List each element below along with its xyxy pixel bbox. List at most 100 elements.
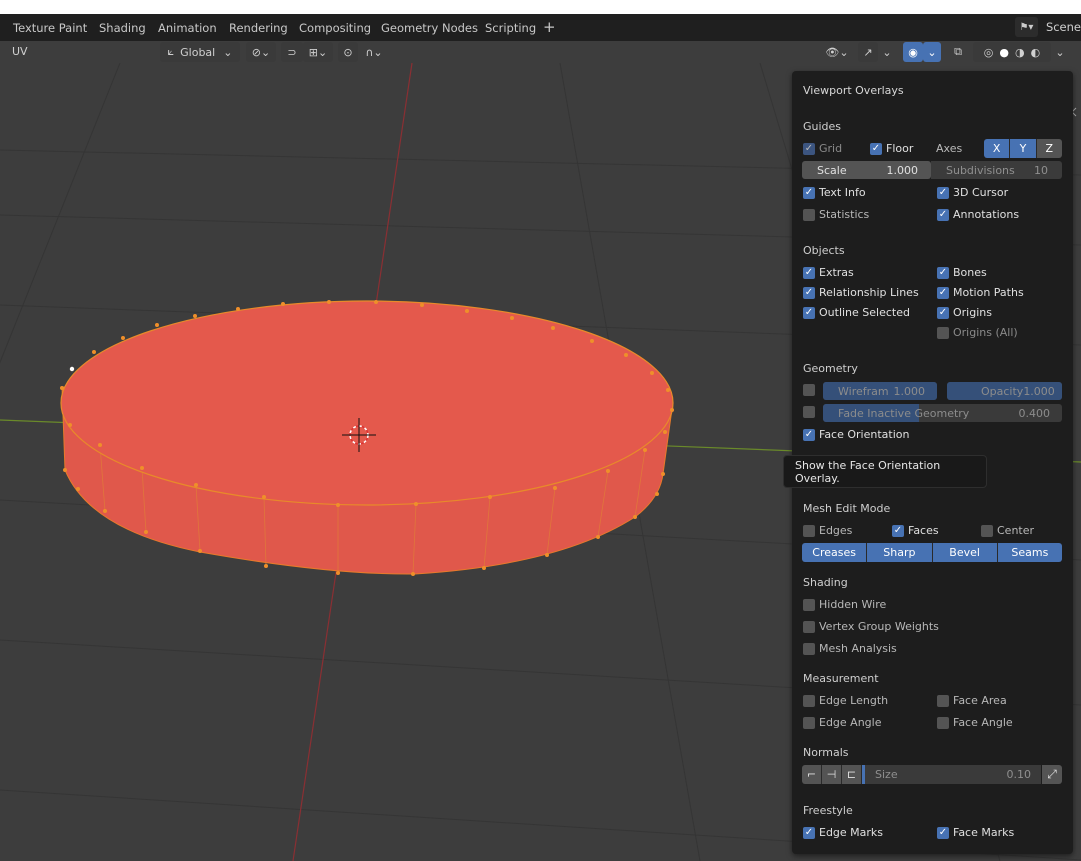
normals-size-field[interactable]: Size 0.10 bbox=[862, 765, 1041, 784]
opacity-label: Opacity bbox=[981, 384, 1024, 398]
proportional-edit-icon[interactable]: ⊙ bbox=[338, 42, 358, 62]
gizmo-icon[interactable]: ↗ bbox=[858, 42, 878, 62]
3d-cursor-checkbox[interactable]: ✓ 3D Cursor bbox=[937, 186, 1008, 199]
subdivisions-label: Subdivisions bbox=[946, 163, 1015, 177]
chevron-down-icon: ⌄ bbox=[223, 45, 233, 59]
face-marks-checkbox[interactable]: ✓ Face Marks bbox=[937, 826, 1014, 839]
check-icon: ✓ bbox=[803, 826, 815, 839]
freestyle-title: Freestyle bbox=[803, 804, 853, 817]
tab-compositing[interactable]: Compositing bbox=[299, 21, 371, 35]
axis-x-button[interactable]: X bbox=[984, 139, 1011, 158]
faces-checkbox[interactable]: ✓ Faces bbox=[892, 524, 939, 537]
solid-shading-icon[interactable]: ● bbox=[999, 46, 1009, 59]
grid-label: Grid bbox=[819, 142, 843, 155]
edges-label: Edges bbox=[819, 524, 853, 537]
geometry-title: Geometry bbox=[803, 362, 858, 375]
center-checkbox[interactable]: Center bbox=[981, 524, 1034, 537]
face-normals-icon[interactable]: ⊏ bbox=[842, 765, 862, 784]
scene-label: Scene bbox=[1045, 20, 1081, 34]
edge-marks-checkbox[interactable]: ✓ Edge Marks bbox=[803, 826, 883, 839]
add-workspace-icon[interactable]: + bbox=[543, 18, 556, 36]
face-orientation-label: Face Orientation bbox=[819, 428, 910, 441]
falloff-icon[interactable]: ∩⌄ bbox=[360, 42, 388, 62]
mode-label[interactable]: UV bbox=[12, 45, 28, 58]
extras-checkbox[interactable]: ✓ Extras bbox=[803, 266, 854, 279]
face-area-checkbox[interactable]: Face Area bbox=[937, 694, 1007, 707]
fade-inactive-checkbox[interactable] bbox=[803, 406, 819, 418]
snap-target-icon[interactable]: ⊞⌄ bbox=[303, 42, 333, 62]
normals-row: ⌐ ⊣ ⊏ Size 0.10 ⤢ bbox=[802, 765, 1062, 784]
xray-icon[interactable]: ⧉ bbox=[948, 42, 968, 62]
text-info-label: Text Info bbox=[819, 186, 866, 199]
shading-dropdown-icon[interactable]: ⌄ bbox=[1052, 42, 1068, 62]
scene-icon[interactable]: ⚑▾ bbox=[1015, 17, 1038, 37]
snap-toggle-icon[interactable]: ⊃ bbox=[281, 42, 303, 62]
text-info-checkbox[interactable]: ✓ Text Info bbox=[803, 186, 866, 199]
viewport-header: UV ⟀ Global ⌄ ⊘⌄ ⊃ ⊞⌄ ⊙ ∩⌄ 👁⌄ ↗ ⌄ ◉ ⌄ ⧉ … bbox=[0, 41, 1081, 63]
face-orientation-checkbox[interactable]: ✓ Face Orientation bbox=[803, 428, 909, 441]
overlays-dropdown-icon[interactable]: ⌄ bbox=[923, 42, 941, 62]
center-label: Center bbox=[997, 524, 1035, 537]
bevel-button[interactable]: Bevel bbox=[932, 543, 998, 562]
scale-slider[interactable]: Scale 1.000 bbox=[802, 161, 931, 179]
origins-all-checkbox[interactable]: Origins (All) bbox=[937, 326, 1018, 339]
vertex-group-weights-label: Vertex Group Weights bbox=[819, 620, 939, 633]
floor-checkbox[interactable]: ✓ Floor bbox=[870, 142, 913, 155]
face-area-label: Face Area bbox=[953, 694, 1007, 707]
scene-selector[interactable]: ⚑▾ Scene bbox=[1015, 17, 1081, 37]
grid-checkbox[interactable]: ✓ Grid bbox=[803, 142, 842, 155]
statistics-checkbox[interactable]: Statistics bbox=[803, 208, 869, 221]
scale-value: 1.000 bbox=[886, 163, 919, 177]
edge-length-checkbox[interactable]: Edge Length bbox=[803, 694, 888, 707]
vertex-group-weights-checkbox[interactable]: Vertex Group Weights bbox=[803, 620, 939, 633]
tab-scripting[interactable]: Scripting bbox=[485, 21, 536, 35]
bones-checkbox[interactable]: ✓ Bones bbox=[937, 266, 987, 279]
wireframe-slider[interactable]: Wirefram 1.000 bbox=[823, 382, 937, 400]
face-angle-checkbox[interactable]: Face Angle bbox=[937, 716, 1013, 729]
constant-screen-size-icon[interactable]: ⤢ bbox=[1042, 765, 1062, 784]
opacity-slider[interactable]: Opacity 1.000 bbox=[947, 382, 1062, 400]
hidden-wire-checkbox[interactable]: Hidden Wire bbox=[803, 598, 886, 611]
tab-rendering[interactable]: Rendering bbox=[229, 21, 288, 35]
outline-selected-checkbox[interactable]: ✓ Outline Selected bbox=[803, 306, 910, 319]
motion-paths-label: Motion Paths bbox=[953, 286, 1024, 299]
wireframe-label: Wirefram bbox=[838, 384, 889, 398]
subdivisions-value: 10 bbox=[1034, 163, 1048, 177]
creases-button[interactable]: Creases bbox=[802, 543, 868, 562]
sharp-button[interactable]: Sharp bbox=[867, 543, 933, 562]
rendered-shading-icon[interactable]: ◐ bbox=[1031, 46, 1041, 59]
gizmo-dropdown-icon[interactable]: ⌄ bbox=[878, 42, 896, 62]
overlays-toggle-icon[interactable]: ◉ bbox=[903, 42, 923, 62]
origins-checkbox[interactable]: ✓ Origins bbox=[937, 306, 992, 319]
tab-texture-paint[interactable]: Texture Paint bbox=[13, 21, 87, 35]
axis-y-button[interactable]: Y bbox=[1010, 139, 1037, 158]
wireframe-shading-icon[interactable]: ◎ bbox=[984, 46, 994, 59]
material-shading-icon[interactable]: ◑ bbox=[1015, 46, 1025, 59]
orientation-dropdown[interactable]: ⟀ Global ⌄ bbox=[160, 42, 240, 62]
tab-geometry-nodes[interactable]: Geometry Nodes bbox=[381, 21, 478, 35]
split-normals-icon[interactable]: ⊣ bbox=[822, 765, 842, 784]
axis-z-button[interactable]: Z bbox=[1036, 139, 1062, 158]
subdivisions-field[interactable]: Subdivisions 10 bbox=[931, 161, 1062, 179]
edge-angle-checkbox[interactable]: Edge Angle bbox=[803, 716, 881, 729]
annotations-checkbox[interactable]: ✓ Annotations bbox=[937, 208, 1019, 221]
origins-all-label: Origins (All) bbox=[953, 326, 1018, 339]
edges-checkbox[interactable]: Edges bbox=[803, 524, 852, 537]
face-marks-label: Face Marks bbox=[953, 826, 1015, 839]
tab-animation[interactable]: Animation bbox=[158, 21, 217, 35]
mesh-analysis-checkbox[interactable]: Mesh Analysis bbox=[803, 642, 897, 655]
motion-paths-checkbox[interactable]: ✓ Motion Paths bbox=[937, 286, 1024, 299]
seams-button[interactable]: Seams bbox=[997, 543, 1062, 562]
relationship-lines-checkbox[interactable]: ✓ Relationship Lines bbox=[803, 286, 919, 299]
orientation-icon: ⟀ bbox=[167, 45, 175, 58]
tab-shading[interactable]: Shading bbox=[99, 21, 146, 35]
bones-label: Bones bbox=[953, 266, 987, 279]
check-icon: ✓ bbox=[937, 266, 949, 279]
fade-inactive-slider[interactable]: Fade Inactive Geometry 0.400 bbox=[823, 404, 1062, 422]
visibility-icon[interactable]: 👁⌄ bbox=[822, 42, 852, 62]
statistics-label: Statistics bbox=[819, 208, 870, 221]
wireframe-checkbox[interactable] bbox=[803, 384, 819, 396]
check-icon: ✓ bbox=[937, 208, 949, 221]
vertex-normals-icon[interactable]: ⌐ bbox=[802, 765, 822, 784]
pivot-icon[interactable]: ⊘⌄ bbox=[246, 42, 276, 62]
